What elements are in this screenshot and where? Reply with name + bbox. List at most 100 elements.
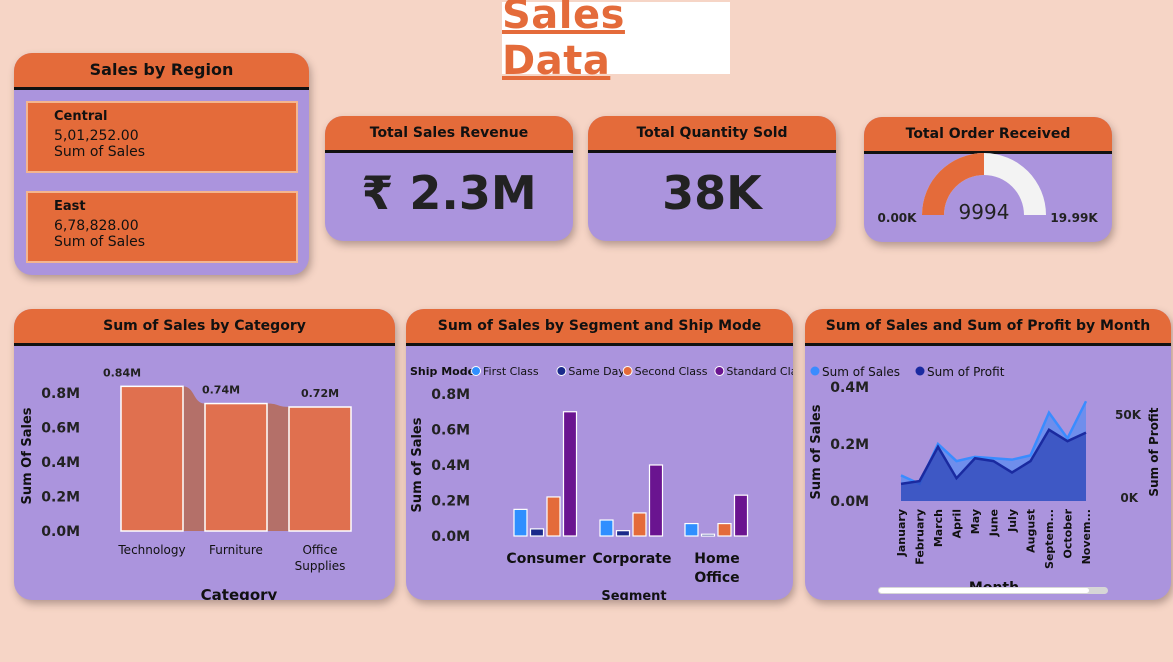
y-tick-label: 0.2M xyxy=(431,494,470,510)
category-chart-title: Sum of Sales by Category xyxy=(14,309,395,346)
legend-title: Ship Mode xyxy=(410,365,475,378)
region-value: 5,01,252.00 xyxy=(54,128,139,144)
page-title: Sales Data xyxy=(502,0,625,84)
region-card-central[interactable]: Central 5,01,252.00 Sum of Sales xyxy=(26,101,298,173)
legend-marker xyxy=(622,366,633,376)
y-tick-label: 0.4M xyxy=(830,380,869,396)
month-chart-card: Sum of Sales and Sum of Profit by Month … xyxy=(805,309,1171,600)
ribbon xyxy=(183,386,205,531)
sales-by-region-card: Sales by Region Central 5,01,252.00 Sum … xyxy=(14,53,309,275)
data-label: 0.72M xyxy=(301,387,339,400)
segment-chart: Ship Mode First Class Same Day Second Class… xyxy=(410,365,793,600)
kpi-card-orders: Total Order Received 9994 0.00K 19.99K xyxy=(864,117,1112,242)
x-tick-label: August xyxy=(1025,509,1038,553)
x-tick-label: Technology xyxy=(117,543,185,557)
x-tick-label: Home xyxy=(694,551,739,567)
legend-label: Sum of Sales xyxy=(822,365,900,379)
y2-axis-label: Sum of Profit xyxy=(1147,407,1161,496)
legend-marker xyxy=(714,366,725,376)
y-tick-label: 0.8M xyxy=(41,386,80,402)
category-chart-card: Sum of Sales by Category 0.0M 0.2M 0.4M 0.6… xyxy=(14,309,395,600)
y-tick-label: 0.4M xyxy=(41,455,80,471)
legend-marker xyxy=(556,366,567,376)
legend-marker xyxy=(471,366,481,376)
bar xyxy=(717,522,732,537)
month-chart: Sum of Sales Sum of Profit 0.0M 0.2M 0.4M 0K 5… xyxy=(809,365,1161,596)
x-tick-label: Novem... xyxy=(1080,509,1093,564)
kpi-card-quantity: Total Quantity Sold 38K xyxy=(588,116,836,241)
x-tick-label: February xyxy=(914,509,927,565)
region-label: Central xyxy=(54,109,108,124)
y-tick-label: 0.0M xyxy=(431,529,470,545)
ribbon xyxy=(267,403,289,531)
bar xyxy=(684,522,699,537)
x-tick-label: Corporate xyxy=(593,551,672,567)
bar xyxy=(615,530,631,537)
bar xyxy=(120,385,184,532)
orders-gauge: 9994 0.00K 19.99K xyxy=(878,153,1098,225)
y-tick-label: 0.6M xyxy=(431,423,470,439)
x-tick-label: January xyxy=(895,509,908,557)
x-tick-label: June xyxy=(988,509,1001,537)
x-tick-label: July xyxy=(1006,509,1019,533)
bar xyxy=(204,402,268,532)
bar xyxy=(288,406,352,532)
x-tick-label: April xyxy=(951,509,964,538)
bar xyxy=(733,494,749,537)
sales-by-region-title: Sales by Region xyxy=(14,53,309,90)
bar xyxy=(529,528,545,537)
legend-marker xyxy=(915,366,925,376)
y-axis-label: Sum Of Sales xyxy=(20,407,35,504)
bar xyxy=(546,496,561,537)
x-tick-label: May xyxy=(969,509,982,534)
legend-label: Same Day xyxy=(568,365,625,378)
legend-label: Second Class xyxy=(635,365,708,378)
x-axis-label: Category xyxy=(201,586,278,600)
x-tick-label: Furniture xyxy=(209,543,263,557)
gauge-value: 9994 xyxy=(959,200,1010,224)
bar xyxy=(599,519,614,537)
y-axis-label: Sum of Sales xyxy=(809,404,824,499)
segment-chart-title: Sum of Sales by Segment and Ship Mode xyxy=(406,309,793,346)
data-label: 0.74M xyxy=(202,384,240,397)
y2-tick-label: 0K xyxy=(1120,491,1138,505)
region-measure: Sum of Sales xyxy=(54,144,146,160)
y-tick-label: 0.2M xyxy=(41,490,80,506)
page-title-box: Sales Data xyxy=(502,0,730,84)
kpi-value-revenue: ₹ 2.3M xyxy=(361,166,537,220)
y-tick-label: 0.6M xyxy=(41,421,80,437)
scrollbar-thumb[interactable] xyxy=(879,588,1089,593)
region-measure: Sum of Sales xyxy=(54,234,146,250)
gauge-min-label: 0.00K xyxy=(878,211,918,225)
region-card-east[interactable]: East 6,78,828.00 Sum of Sales xyxy=(26,191,298,263)
region-label: East xyxy=(54,199,86,214)
y-tick-label: 0.0M xyxy=(830,494,869,510)
category-chart: 0.0M 0.2M 0.4M 0.6M 0.8M Sum Of Sales Category… xyxy=(20,366,352,600)
bar xyxy=(562,411,578,537)
bar xyxy=(700,533,716,537)
legend-label: Sum of Profit xyxy=(927,365,1005,379)
x-tick-label: March xyxy=(932,509,945,547)
data-label: 0.84M xyxy=(103,366,141,379)
x-tick-label: Supplies xyxy=(295,559,346,573)
kpi-title-revenue: Total Sales Revenue xyxy=(325,116,573,153)
kpi-card-revenue: Total Sales Revenue ₹ 2.3M xyxy=(325,116,573,241)
legend-label: Standard Class xyxy=(726,365,793,378)
y-tick-label: 0.8M xyxy=(431,387,470,403)
bar xyxy=(513,508,528,537)
kpi-value-quantity: 38K xyxy=(662,166,762,220)
x-tick-label: Consumer xyxy=(506,551,585,567)
y-axis-label: Sum of Sales xyxy=(410,417,425,512)
x-tick-label: October xyxy=(1062,508,1075,558)
month-chart-title: Sum of Sales and Sum of Profit by Month xyxy=(805,309,1171,346)
x-tick-label: Office xyxy=(302,543,337,557)
region-value: 6,78,828.00 xyxy=(54,218,139,234)
legend-marker xyxy=(810,366,820,376)
y2-tick-label: 50K xyxy=(1115,408,1142,422)
y-tick-label: 0.2M xyxy=(830,437,869,453)
x-tick-label: Septem... xyxy=(1043,509,1056,569)
bar xyxy=(648,464,664,537)
y-tick-label: 0.0M xyxy=(41,524,80,540)
gauge-max-label: 19.99K xyxy=(1050,211,1098,225)
legend-label: First Class xyxy=(483,365,539,378)
